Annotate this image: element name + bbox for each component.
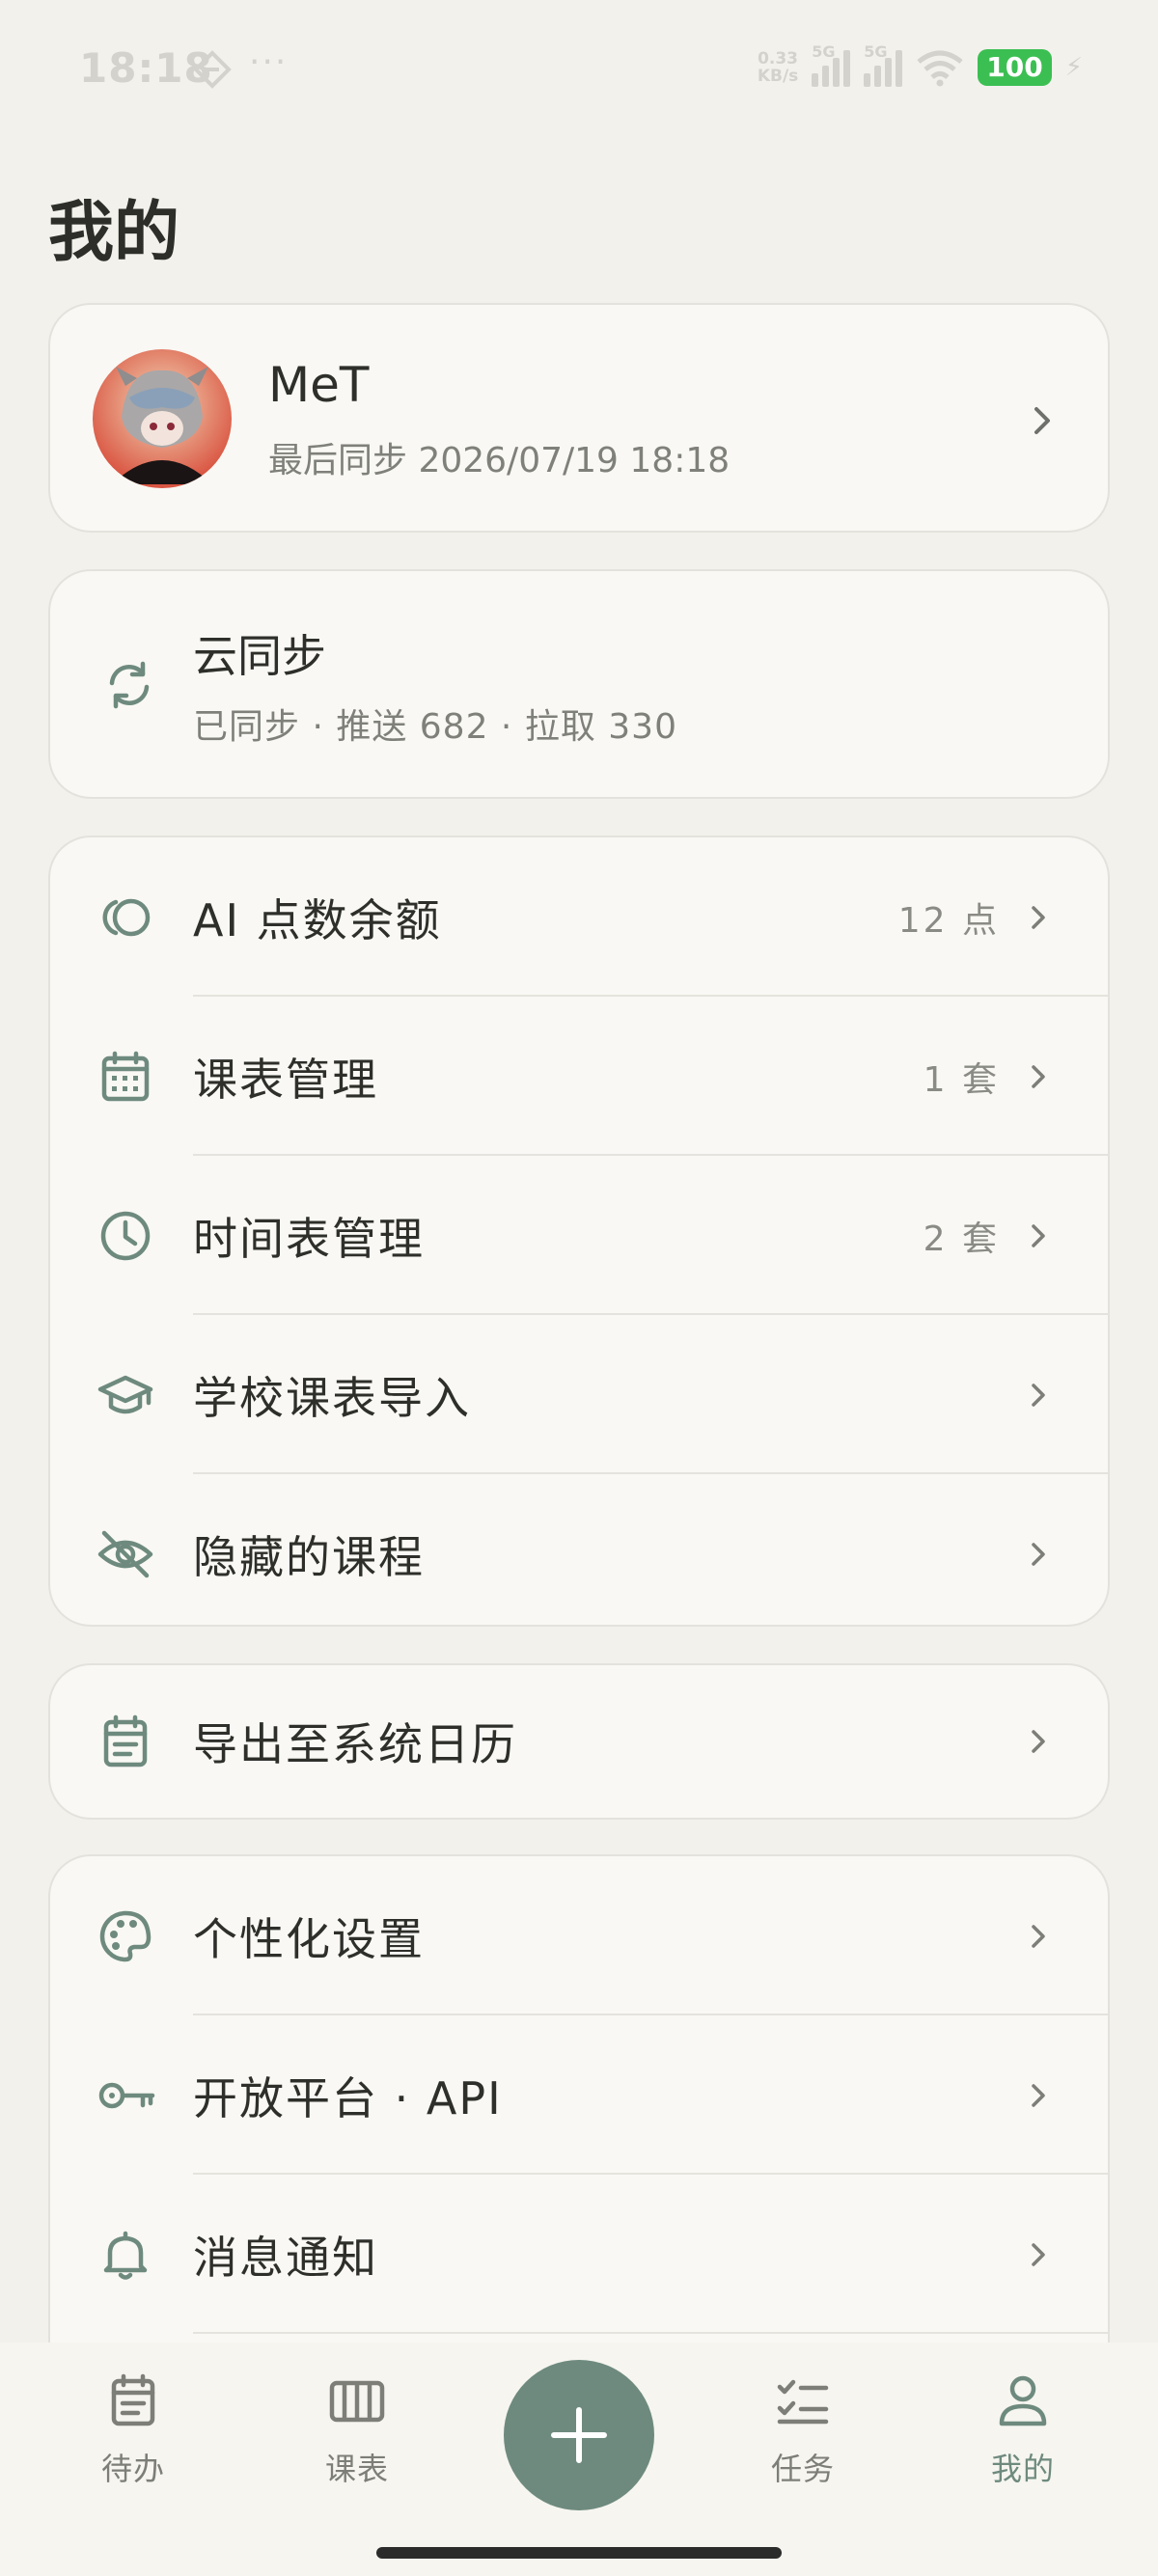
bell-icon: [103, 2231, 148, 2280]
nav-schedule[interactable]: 课表: [280, 2370, 434, 2489]
menu-label: AI 点数余额: [193, 893, 442, 946]
menu-label: 隐藏的课程: [193, 1530, 425, 1583]
menu-label: 时间表管理: [193, 1212, 425, 1265]
signal-icon-2: 5G: [864, 42, 903, 87]
profile-card[interactable]: MeT 最后同步 2026/07/19 18:18: [48, 303, 1110, 533]
network-speed: 0.33 KB/s: [757, 49, 799, 86]
nav-label: 我的: [990, 2451, 1055, 2487]
chevron-right-icon: [1032, 1383, 1045, 1407]
cloud-sync-title: 云同步: [193, 630, 326, 682]
chevron-right-icon: [1032, 2242, 1045, 2266]
chevron-right-icon: [1032, 1064, 1045, 1088]
menu-value: 2 套: [923, 1219, 1000, 1259]
settings-group-schedule: AI 点数余额 12 点 课表管理 1 套 时间表管理 2 套 学校课表导入 隐…: [48, 836, 1110, 1627]
status-more-dots: ···: [249, 42, 289, 82]
bottom-nav: 待办 课表 任务 我的: [0, 2343, 1158, 2576]
palette-icon: [99, 1910, 152, 1961]
nav-tasks[interactable]: 任务: [726, 2370, 880, 2489]
menu-item-open-platform-api[interactable]: 开放平台 · API: [50, 2015, 1108, 2175]
menu-label: 个性化设置: [193, 1912, 425, 1965]
chevron-right-icon: [1034, 407, 1050, 434]
todo-icon: [111, 2373, 155, 2426]
clock-icon: [100, 1211, 151, 1260]
battery-indicator: 100: [978, 49, 1052, 86]
menu-value: 1 套: [923, 1059, 1000, 1100]
status-bar: 18:18 ··· 0.33 KB/s 5G 5G 100 ⚡: [0, 0, 1158, 135]
chevron-right-icon: [1032, 1223, 1045, 1247]
calendar-export-icon: [103, 1714, 148, 1768]
menu-label: 课表管理: [193, 1053, 378, 1106]
menu-item-school-import[interactable]: 学校课表导入: [50, 1315, 1108, 1474]
chevron-right-icon: [1032, 905, 1045, 929]
avatar: [93, 349, 232, 488]
checklist-icon: [777, 2379, 829, 2425]
nav-label: 课表: [324, 2451, 389, 2487]
divider: [193, 2332, 1108, 2334]
menu-item-notifications[interactable]: 消息通知: [50, 2175, 1108, 2334]
cloud-sync-card[interactable]: 云同步 已同步 · 推送 682 · 拉取 330: [48, 569, 1110, 799]
schedule-columns-icon: [329, 2380, 385, 2423]
chevron-right-icon: [1032, 1924, 1045, 1948]
menu-item-hidden-courses[interactable]: 隐藏的课程: [50, 1474, 1108, 1625]
coin-icon: [102, 898, 151, 936]
menu-label: 消息通知: [193, 2231, 378, 2284]
profile-name: MeT: [268, 357, 370, 413]
menu-value: 12 点: [897, 900, 1000, 941]
nav-label: 任务: [770, 2451, 835, 2487]
wifi-icon: [917, 50, 963, 87]
eye-off-icon: [97, 1530, 153, 1577]
nav-mine[interactable]: 我的: [946, 2370, 1100, 2489]
chevron-right-icon: [1032, 2083, 1045, 2107]
menu-label: 学校课表导入: [193, 1371, 471, 1424]
nav-label: 待办: [100, 2451, 165, 2487]
nav-todo[interactable]: 待办: [56, 2370, 210, 2489]
graduation-cap-icon: [97, 1375, 153, 1413]
home-indicator[interactable]: [376, 2547, 782, 2559]
menu-label: 开放平台 · API: [193, 2071, 503, 2124]
settings-group-export: 导出至系统日历: [48, 1663, 1110, 1820]
calendar-grid-icon: [101, 1051, 150, 1101]
menu-item-personalization[interactable]: 个性化设置: [50, 1856, 1108, 2015]
chevron-right-icon: [1032, 1730, 1045, 1753]
menu-item-export-calendar[interactable]: 导出至系统日历: [50, 1665, 1108, 1818]
charging-icon: ⚡: [1064, 53, 1083, 82]
menu-label: 导出至系统日历: [193, 1718, 517, 1770]
profile-last-sync: 最后同步 2026/07/19 18:18: [268, 441, 731, 480]
key-icon: [98, 2082, 155, 2108]
person-icon: [999, 2375, 1047, 2426]
menu-item-timetable-management[interactable]: 课表管理 1 套: [50, 997, 1108, 1156]
menu-item-ai-credits[interactable]: AI 点数余额 12 点: [50, 837, 1108, 997]
plus-icon: [551, 2407, 607, 2463]
cloud-sync-status: 已同步 · 推送 682 · 拉取 330: [193, 707, 677, 747]
dnd-icon: [193, 50, 232, 89]
add-button[interactable]: [504, 2360, 654, 2510]
signal-icon: 5G: [812, 42, 851, 87]
sync-icon: [109, 661, 150, 709]
page-title: 我的: [48, 195, 180, 271]
chevron-right-icon: [1032, 1542, 1045, 1566]
menu-item-time-schedule-management[interactable]: 时间表管理 2 套: [50, 1156, 1108, 1315]
